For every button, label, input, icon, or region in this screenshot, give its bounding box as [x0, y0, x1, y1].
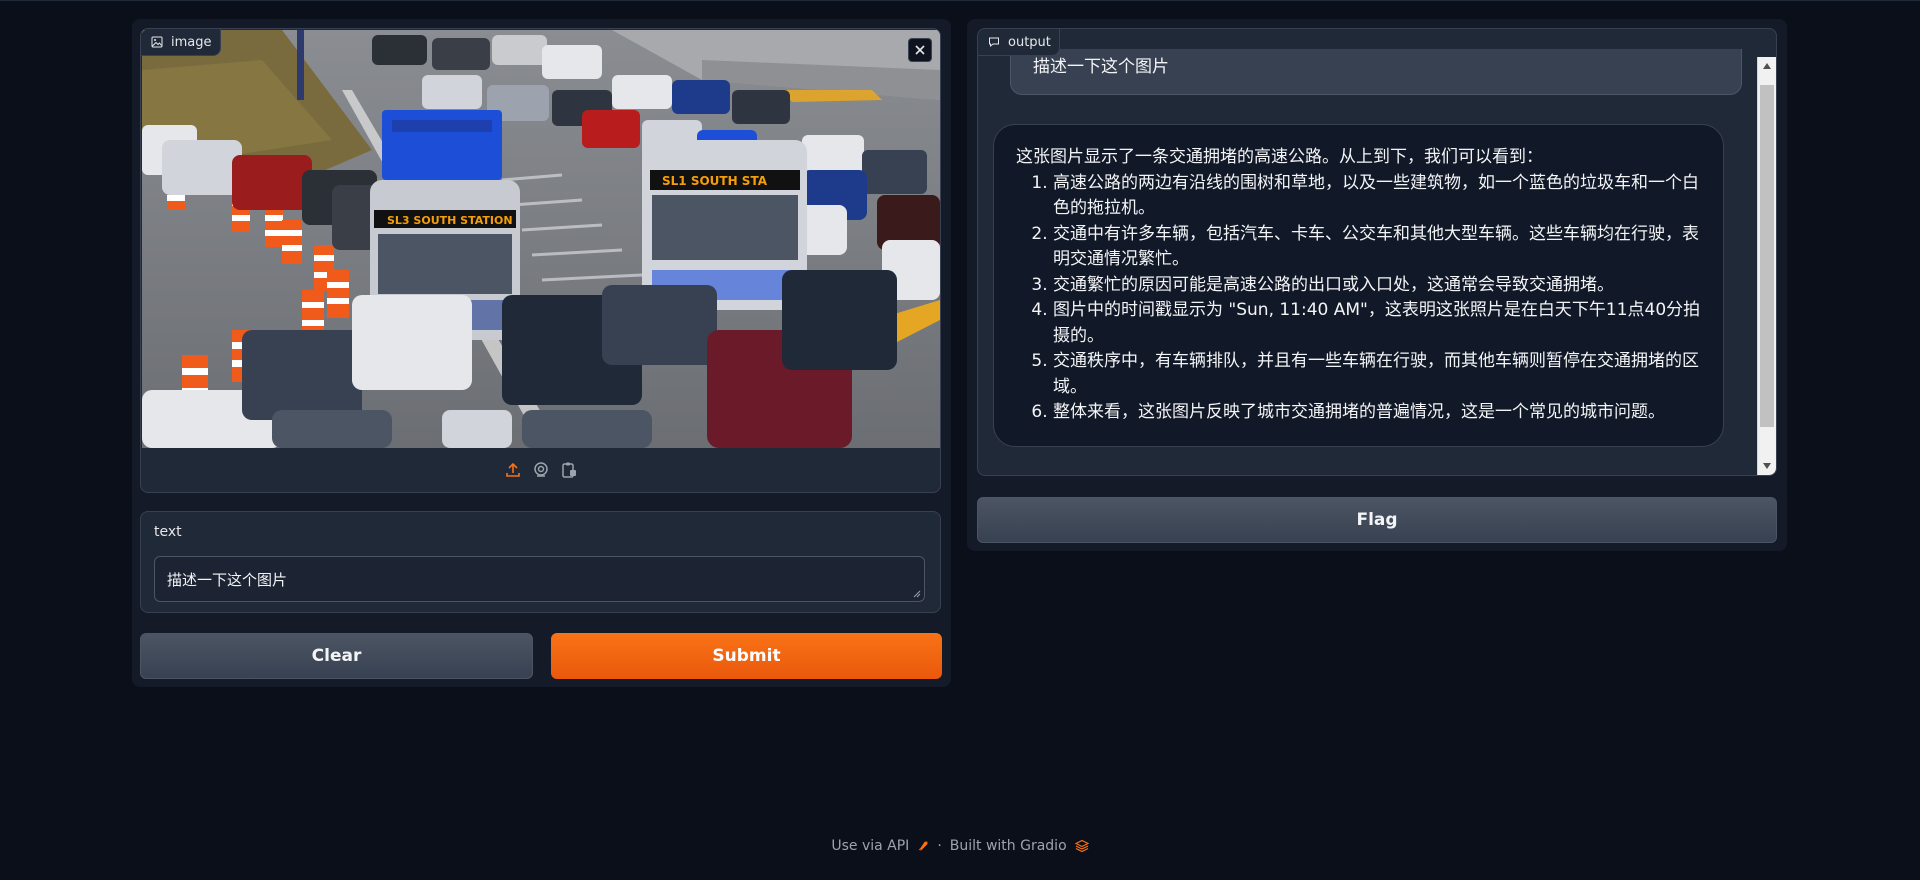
scroll-up-arrow[interactable] [1758, 59, 1776, 73]
resize-grip-icon[interactable] [913, 590, 921, 598]
footer: Use via API · Built with Gradio [0, 838, 1920, 854]
image-label-text: image [171, 34, 212, 50]
scroll-down-arrow[interactable] [1758, 459, 1776, 473]
chatbot-output: output 描述一下这个图片 这张图片显示了一条交通拥堵的高速公路。从上到下，… [977, 28, 1777, 476]
submit-button[interactable]: Submit [551, 633, 942, 679]
list-item: 整体来看，这张图片反映了城市交通拥堵的普遍情况，这是一个常见的城市问题。 [1053, 400, 1701, 426]
chat-icon [989, 37, 999, 48]
output-label-text: output [1008, 34, 1051, 50]
list-item: 图片中的时间戳显示为 "Sun, 11:40 AM"，这表明这张照片是在白天下午… [1053, 298, 1701, 349]
user-message: 描述一下这个图片 [1010, 49, 1742, 95]
list-item: 交通秩序中，有车辆排队，并且有一些车辆在行驶，而其他车辆则暂停在交通拥堵的区域。 [1053, 349, 1701, 400]
chat-scrollbar[interactable] [1757, 57, 1776, 475]
flag-button[interactable]: Flag [977, 497, 1777, 543]
output-panel: output 描述一下这个图片 这张图片显示了一条交通拥堵的高速公路。从上到下，… [967, 19, 1787, 551]
use-via-api-text: Use via API [831, 838, 910, 854]
bus-sign-1: SL3 SOUTH STATION [387, 214, 513, 227]
top-divider [0, 0, 1920, 1]
list-item: 高速公路的两边有沿线的围树和草地，以及一些建筑物，如一个蓝色的垃圾车和一个白色的… [1053, 171, 1701, 222]
text-input[interactable]: 描述一下这个图片 [154, 556, 925, 602]
built-with-gradio-link[interactable]: Built with Gradio [950, 838, 1089, 854]
text-input-block: text 描述一下这个图片 [140, 511, 941, 613]
rocket-icon [919, 841, 928, 851]
text-label: text [154, 524, 182, 540]
upload-icon [505, 462, 520, 477]
list-item: 交通中有许多车辆，包括汽车、卡车、公交车和其他大型车辆。这些车辆均在行驶，表明交… [1053, 222, 1701, 273]
chat-scroll-area[interactable]: 描述一下这个图片 这张图片显示了一条交通拥堵的高速公路。从上到下，我们可以看到：… [978, 29, 1754, 475]
use-via-api-link[interactable]: Use via API [831, 838, 929, 854]
clipboard-button[interactable] [560, 461, 578, 479]
arrow-up-icon [1763, 63, 1771, 69]
traffic-photo: SL3 SOUTH STATION SL1 SOUTH STA [142, 30, 940, 448]
webcam-icon [533, 462, 548, 477]
upload-button[interactable] [504, 461, 522, 479]
close-icon [915, 45, 925, 55]
bus-sign-2: SL1 SOUTH STA [662, 174, 768, 188]
bot-intro: 这张图片显示了一条交通拥堵的高速公路。从上到下，我们可以看到： [1016, 147, 1543, 167]
built-with-gradio-text: Built with Gradio [949, 838, 1067, 854]
user-message-text: 描述一下这个图片 [1033, 57, 1169, 77]
text-input-value: 描述一下这个图片 [167, 571, 288, 589]
scroll-thumb[interactable] [1760, 85, 1774, 427]
image-source-toolbar [141, 448, 940, 492]
input-panel: image SL3 SOUTH STATION SL1 SOUTH STA te… [132, 19, 951, 687]
output-label: output [978, 29, 1060, 56]
clipboard-icon [561, 462, 576, 478]
clear-button[interactable]: Clear [140, 633, 533, 679]
list-item: 交通繁忙的原因可能是高速公路的出口或入口处，这通常会导致交通拥堵。 [1053, 273, 1701, 299]
bot-message: 这张图片显示了一条交通拥堵的高速公路。从上到下，我们可以看到： 高速公路的两边有… [993, 124, 1724, 447]
image-icon [151, 36, 163, 48]
image-label: image [141, 29, 221, 56]
arrow-down-icon [1763, 463, 1771, 469]
bot-list: 高速公路的两边有沿线的围树和草地，以及一些建筑物，如一个蓝色的垃圾车和一个白色的… [1016, 171, 1701, 426]
gradio-logo-icon [1074, 840, 1089, 852]
close-image-button[interactable] [908, 38, 932, 62]
footer-separator: · [937, 838, 942, 854]
image-input[interactable]: image SL3 SOUTH STATION SL1 SOUTH STA [140, 28, 941, 493]
webcam-button[interactable] [532, 461, 550, 479]
traffic-photo-image: SL3 SOUTH STATION SL1 SOUTH STA [142, 30, 940, 448]
